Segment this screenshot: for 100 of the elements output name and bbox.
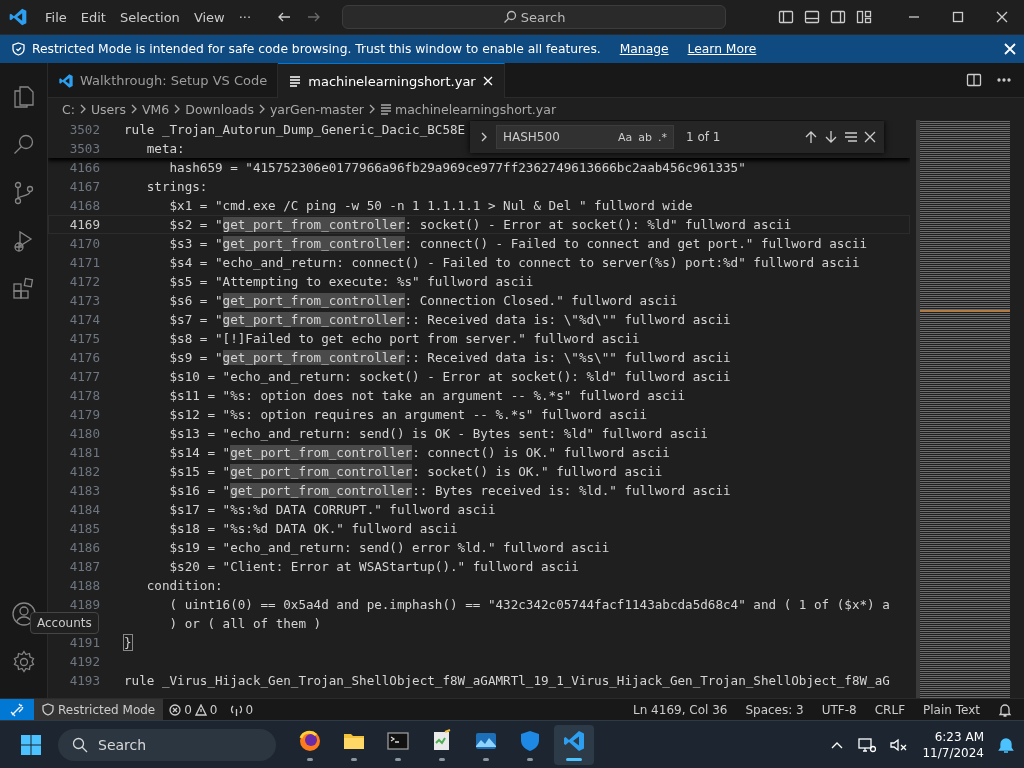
line-number: 4179	[68, 406, 101, 424]
breadcrumb-item[interactable]: Users	[90, 101, 126, 117]
find-field[interactable]: HASH500 Aa ab .*	[496, 125, 674, 149]
menu-item[interactable]: File	[38, 6, 74, 28]
notification-bell-icon[interactable]	[998, 736, 1014, 753]
menu-item[interactable]: Selection	[112, 6, 187, 28]
find-option-toggle[interactable]: ab	[638, 130, 652, 144]
line-number: 4188	[68, 577, 101, 595]
secondary-sidebar-icon[interactable]	[830, 9, 846, 25]
vscode-logo-icon	[8, 7, 28, 27]
code-line: }	[124, 634, 132, 652]
status-item[interactable]: Spaces: 3	[745, 702, 804, 717]
search-field[interactable]: Search	[342, 5, 726, 29]
remote-icon	[10, 702, 24, 717]
line-number: 4176	[68, 349, 101, 367]
line-number: 4167	[68, 178, 101, 196]
close-icon[interactable]	[864, 131, 876, 143]
clock[interactable]: 6:23 AM 11/7/2024	[922, 728, 984, 761]
tooltip: Accounts	[30, 612, 99, 634]
warning-count[interactable]: 0	[209, 702, 218, 717]
error-icon	[169, 703, 182, 716]
breadcrumb-item[interactable]: machinelearningshort.yar	[395, 101, 557, 117]
line-number: 4168	[68, 197, 101, 215]
code-line: hash659 = "415752306e0177966a96fb29a969ce977ff2362749613666bc2aab456c961335"	[168, 159, 746, 177]
line-number: 4178	[68, 387, 101, 405]
breadcrumb-item[interactable]: C:	[62, 101, 75, 117]
antenna-icon	[229, 703, 243, 716]
maximize-icon[interactable]	[952, 11, 964, 23]
warning-icon	[194, 703, 207, 716]
find-option-toggle[interactable]: Aa	[618, 130, 633, 144]
line-number: 4181	[68, 444, 101, 462]
more-menu[interactable]: ···	[231, 6, 259, 28]
breadcrumb-item[interactable]: VM6	[141, 101, 170, 117]
status-item[interactable]: CRLF	[874, 702, 906, 717]
chevron-right-icon	[367, 104, 377, 114]
status-item[interactable]: UTF-8	[821, 702, 857, 717]
sidebar-toggle-icon[interactable]	[778, 9, 794, 25]
code-line: ( uint16(0) == 0x5a4d and pe.imphash() == "432c342c05744facf1143abcda5d68c4" and ( 1 of ($x*) a	[168, 596, 890, 614]
line-number: 4184	[68, 501, 101, 519]
line-number: 4166	[68, 159, 101, 177]
close-icon[interactable]	[481, 75, 494, 87]
remote-button[interactable]	[0, 699, 34, 720]
code-line: $s10 = "echo_and_return: socket() - Error at socket(): %ld" fullword ascii	[168, 368, 731, 386]
vscode-logo-icon	[58, 72, 74, 89]
match-count: 1 of 1	[686, 130, 721, 144]
code-line: rule _Trojan_Autorun_Dump_Generic_Dacic_BC58E	[124, 121, 466, 139]
arrow-up-icon[interactable]	[804, 130, 818, 144]
banner-link[interactable]: Manage	[619, 42, 669, 56]
line-number: 3502	[68, 121, 101, 139]
line-number: 4191	[68, 634, 101, 652]
panel-toggle-icon[interactable]	[804, 9, 820, 25]
layout-icon[interactable]	[856, 9, 872, 25]
menu-item[interactable]: Edit	[73, 6, 113, 28]
taskbar-search-field[interactable]: Search	[58, 728, 276, 761]
line-number: 4192	[68, 653, 101, 671]
volume-muted-icon[interactable]	[890, 736, 909, 753]
code-line: $s6 = "get_port_from_controller: Connection Closed." fullword ascii	[168, 292, 678, 310]
breadcrumb-item[interactable]: Downloads	[185, 101, 254, 117]
code-line: $s18 = "%s:%d DATA OK." fullword ascii	[168, 520, 458, 538]
banner-link[interactable]: Learn More	[687, 42, 757, 56]
file-lines-icon	[288, 74, 303, 88]
bell-icon[interactable]	[998, 702, 1012, 717]
restricted-mode-button[interactable]: Restricted Mode	[34, 699, 164, 720]
line-number: 4193	[68, 672, 101, 690]
code-line: $s3 = "get_port_from_controller: connect() - Failed to connect and get port." fullword ascii	[168, 235, 868, 253]
find-option-toggle[interactable]: .*	[658, 130, 667, 144]
error-count[interactable]: 0	[184, 702, 192, 717]
taskbar-app-button[interactable]	[554, 724, 594, 765]
line-number: 4177	[68, 368, 101, 386]
editor-tab[interactable]: machinelearningshort.yar	[278, 63, 505, 98]
line-number: 4182	[68, 463, 101, 481]
code-line: $s16 = "get_port_from_controller:: Bytes received is: %ld." fullword ascii	[168, 482, 731, 500]
shield-icon	[42, 703, 54, 716]
windows-start-icon[interactable]	[20, 733, 42, 756]
line-number: 4171	[68, 254, 101, 272]
code-line: $s7 = "get_port_from_controller:: Received data is: \"%d\"" fullword ascii	[168, 311, 731, 329]
code-line: $s4 = "echo_and_return: connect() - Failed to connect to server(%s) port:%d" fullword ascii	[168, 254, 860, 272]
code-line: condition:	[145, 577, 223, 595]
status-item[interactable]: Ln 4169, Col 36	[633, 702, 728, 717]
line-number: 4180	[68, 425, 101, 443]
status-item[interactable]: Plain Text	[923, 702, 980, 717]
split-editor-icon[interactable]	[966, 72, 982, 88]
line-number: 4189	[68, 596, 101, 614]
close-icon[interactable]	[996, 11, 1008, 23]
account-icon[interactable]	[10, 601, 37, 627]
arrow-down-icon[interactable]	[824, 130, 838, 144]
line-number: 4170	[68, 235, 101, 253]
line-number: 4175	[68, 330, 101, 348]
banner-message: Restricted Mode is intended for safe code browsing. Trust this window to enable all features.	[32, 42, 601, 56]
code-line: ) or ( all of them )	[168, 615, 322, 633]
breadcrumb-item[interactable]: yarGen-master	[269, 101, 364, 117]
browser-icon	[298, 728, 322, 753]
code-line: $s20 = "Client: Error at WSAStartup()." fullword ascii	[168, 558, 579, 576]
file-lines-icon	[380, 103, 392, 115]
ports-count[interactable]: 0	[245, 702, 254, 717]
lines-icon[interactable]	[844, 130, 858, 144]
menu-item[interactable]: View	[186, 6, 232, 28]
code-line: $s2 = "get_port_from_controller: socket() - Error at socket(): %ld" fullword ascii	[168, 216, 792, 234]
network-icon[interactable]	[858, 736, 877, 753]
code-line: meta:	[145, 140, 185, 158]
